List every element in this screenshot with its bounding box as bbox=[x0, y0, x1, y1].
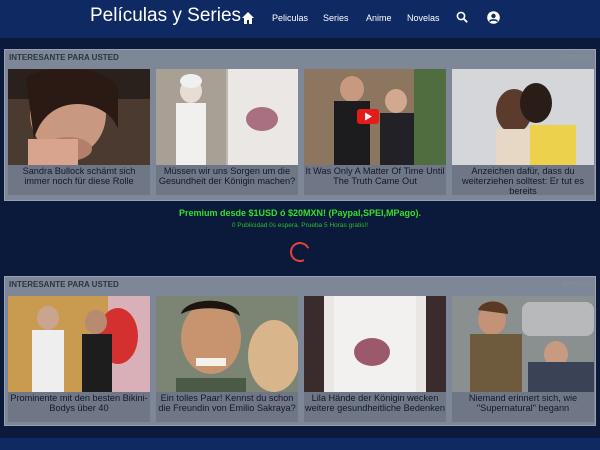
article-card[interactable]: Lila Hände der Königin wecken weitere ge… bbox=[304, 296, 446, 422]
article-card[interactable]: Ein tolles Paar! Kennst du schon die Fre… bbox=[156, 296, 298, 422]
article-card[interactable]: Anzeichen dafür, dass du weiterziehen so… bbox=[452, 69, 594, 196]
recommendations-panel-1: INTERESANTE PARA USTED ○○○○○○ Sandra Bul… bbox=[4, 49, 596, 201]
article-thumbnail bbox=[8, 69, 150, 165]
article-thumbnail bbox=[452, 296, 594, 392]
article-caption: It Was Only A Matter Of Time Until The T… bbox=[305, 166, 445, 186]
home-icon[interactable] bbox=[241, 11, 255, 25]
top-navbar: Películas y Series Peliculas Series Anim… bbox=[0, 0, 600, 38]
recommendations-panel-2: INTERESANTE PARA USTED ○○○○○○ Prominente… bbox=[4, 276, 596, 426]
ad-provider-logo: ○○○○○○ bbox=[562, 279, 591, 288]
article-thumbnail bbox=[452, 69, 594, 165]
nav-link-series[interactable]: Series bbox=[323, 13, 349, 23]
article-thumbnail bbox=[8, 296, 150, 392]
ad-provider-logo: ○○○○○○ bbox=[562, 52, 591, 61]
article-caption: Sandra Bullock schämt sich immer noch fü… bbox=[22, 166, 136, 186]
premium-offer-text[interactable]: Premium desde $1USD ó $20MXN! (Paypal,SP… bbox=[0, 208, 600, 218]
article-caption: Niemand erinnert sich, wie "Supernatural… bbox=[468, 393, 578, 413]
article-caption: Ein tolles Paar! Kennst du schon die Fre… bbox=[158, 393, 296, 413]
article-thumbnail bbox=[156, 69, 298, 165]
article-thumbnail bbox=[156, 296, 298, 392]
user-icon[interactable] bbox=[487, 11, 500, 24]
article-caption: Prominente mit den besten Bikini-Bodys ü… bbox=[10, 393, 148, 413]
section-title: INTERESANTE PARA USTED bbox=[9, 280, 119, 289]
loading-spinner-icon bbox=[287, 239, 313, 265]
article-card[interactable]: It Was Only A Matter Of Time Until The T… bbox=[304, 69, 446, 195]
article-card[interactable]: Sandra Bullock schämt sich immer noch fü… bbox=[8, 69, 150, 195]
search-icon[interactable] bbox=[456, 11, 468, 23]
article-thumbnail bbox=[304, 69, 446, 165]
promo-text: 0 Publicidad 0s espera. Prueba 5 Horas g… bbox=[231, 222, 369, 229]
article-thumbnail bbox=[304, 296, 446, 392]
article-card[interactable]: Prominente mit den besten Bikini-Bodys ü… bbox=[8, 296, 150, 422]
article-caption: Anzeichen dafür, dass du weiterziehen so… bbox=[461, 166, 585, 196]
article-caption: Müssen wir uns Sorgen um die Gesundheit … bbox=[158, 166, 296, 186]
section-title: INTERESANTE PARA USTED bbox=[9, 53, 119, 62]
article-card[interactable]: Müssen wir uns Sorgen um die Gesundheit … bbox=[156, 69, 298, 195]
site-brand[interactable]: Películas y Series bbox=[90, 5, 241, 27]
article-caption: Lila Hände der Königin wecken weitere ge… bbox=[305, 393, 445, 413]
nav-link-peliculas[interactable]: Peliculas bbox=[272, 13, 308, 23]
nav-link-anime[interactable]: Anime bbox=[366, 13, 392, 23]
nav-link-novelas[interactable]: Novelas bbox=[407, 13, 440, 23]
bottom-bar bbox=[0, 438, 600, 450]
article-card[interactable]: Niemand erinnert sich, wie "Supernatural… bbox=[452, 296, 594, 422]
